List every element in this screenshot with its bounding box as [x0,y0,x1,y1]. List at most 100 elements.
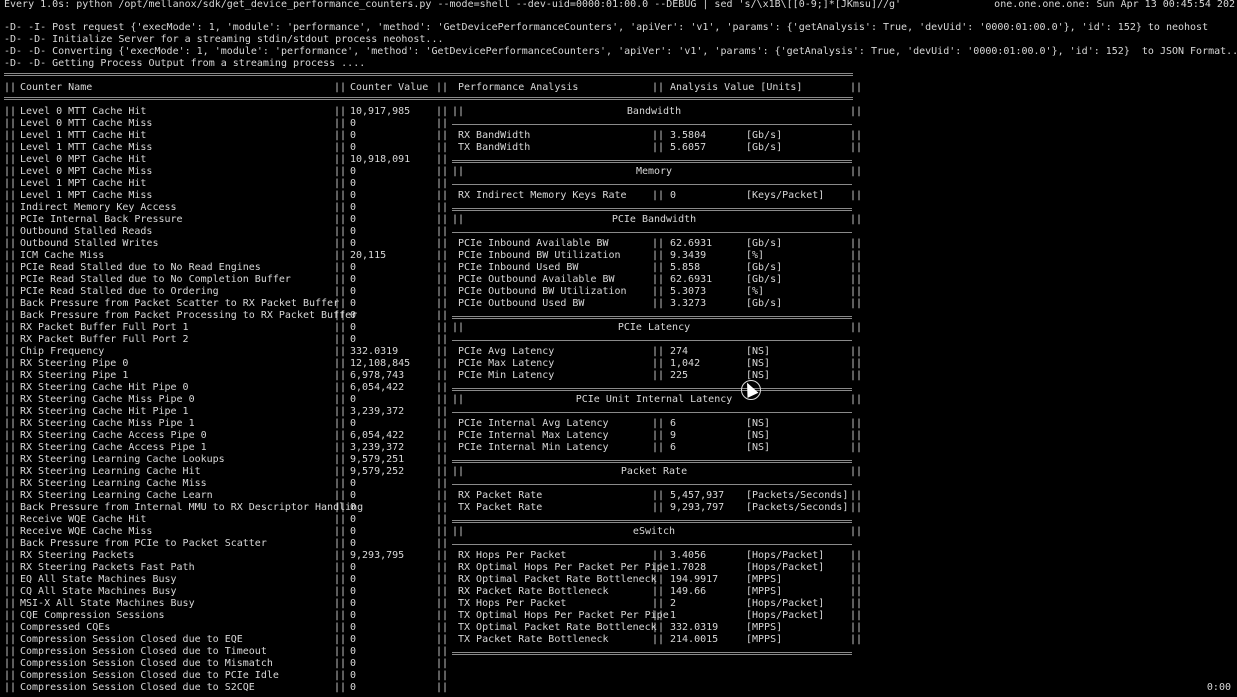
counter-name: Compressed CQEs [20,622,111,633]
analysis-unit: [Gb/s] [746,238,783,249]
header-performance-analysis: Performance Analysis [458,82,579,93]
analysis-name: PCIe Internal Max Latency [458,430,609,441]
analysis-unit: [MPPS] [746,586,783,597]
counter-name: PCIe Read Stalled due to No Completion B… [20,274,291,285]
analysis-unit: [Gb/s] [746,142,783,153]
counter-value: 332.0319 [350,346,399,357]
analysis-unit: [Hops/Packet] [746,550,825,561]
analysis-unit: [NS] [746,430,771,441]
analysis-unit: [Gb/s] [746,262,783,273]
analysis-value: 1,042 [670,358,701,369]
section-divider [452,316,852,319]
table-row: || RX Steering Learning Cache Hit || 9,579,… [4,466,863,477]
analysis-value: 1.7028 [670,562,707,573]
counter-name: Indirect Memory Key Access [20,202,177,213]
analysis-value: 1 [670,610,677,621]
table-row: || CQE Compression Sessions || 0 || TX Optima… [4,610,863,621]
counter-value: 9,293,795 [350,550,405,561]
counter-value: 0 [350,190,357,201]
counter-name: RX Steering Cache Access Pipe 0 [20,430,207,441]
analysis-name: RX Indirect Memory Keys Rate [458,190,627,201]
counter-name: EQ All State Machines Busy [20,574,177,585]
table-row: || PCIe Internal Back Pressure || 0 || || PCIe… [4,214,863,225]
analysis-value: 6 [670,418,677,429]
counter-value: 0 [350,658,357,669]
section-divider [452,124,852,125]
table-row: || MSI-X All State Machines Busy || 0 || TX H… [4,598,863,609]
section-divider [452,184,852,185]
table-row: || Level 1 MPT Cache Miss || 0 || RX Indirect… [4,190,863,201]
table-row: || Back Pressure from Internal MMU to RX … [4,502,863,513]
counter-value: 0 [350,334,357,345]
analysis-value: 5,457,937 [670,490,725,501]
section-divider [452,544,852,545]
counter-value: 3,239,372 [350,442,405,453]
analysis-unit: [NS] [746,358,771,369]
analysis-value: 5.3073 [670,286,707,297]
analysis-name: PCIe Avg Latency [458,346,555,357]
counter-value: 0 [350,526,357,537]
analysis-value: 5.6057 [670,142,707,153]
counter-value: 0 [350,622,357,633]
counter-name: Level 1 MPT Cache Hit [20,178,147,189]
counter-name: Outbound Stalled Writes [20,238,159,249]
analysis-value: 9,293,797 [670,502,725,513]
counter-name: RX Steering Pipe 1 [20,370,129,381]
counter-value: 0 [350,322,357,333]
counter-name: PCIe Read Stalled due to No Read Engines [20,262,261,273]
table-row: || PCIe Read Stalled due to Ordering || 0 ||… [4,286,863,297]
table-row: || RX Steering Cache Access Pipe 1 || 3,239… [4,442,863,453]
counter-name: Level 0 MPT Cache Hit [20,154,147,165]
table-row: || EQ All State Machines Busy || 0 || RX Opti… [4,574,863,585]
counter-name: Chip Frequency [20,346,105,357]
section-divider [452,232,852,233]
counter-name: RX Steering Learning Cache Hit [20,466,201,477]
counter-name: RX Packet Buffer Full Port 2 [20,334,189,345]
analysis-value: 149.66 [670,586,707,597]
analysis-name: TX Optimal Packet Rate Bottleneck [458,622,657,633]
section-divider [452,520,852,523]
counter-name: Receive WQE Cache Miss [20,526,153,537]
counter-name: Compression Session Closed due to PCIe I… [20,670,279,681]
counter-name: Level 0 MTT Cache Hit [20,106,147,117]
analysis-value: 0 [670,190,677,201]
table-row: || RX Steering Cache Miss Pipe 1 || 0 || PCIe… [4,418,863,429]
counter-name: Level 0 MPT Cache Miss [20,166,153,177]
analysis-value: 214.0015 [670,634,719,645]
section-title: Memory [635,166,673,177]
counter-name: ICM Cache Miss [20,250,105,261]
table-row: || RX Steering Cache Access Pipe 0 || 6,054… [4,430,863,441]
counter-name: Compression Session Closed due to S2CQE [20,682,255,693]
analysis-name: RX Optimal Packet Rate Bottleneck [458,574,657,585]
counter-name: RX Steering Packets [20,550,135,561]
table-row: || PCIe Read Stalled due to No Completion… [4,274,863,285]
table-row: || Compressed CQEs || 0 || TX Optimal Packet … [4,622,863,633]
section-title: Bandwidth [626,106,682,117]
counter-name: RX Steering Pipe 0 [20,358,129,369]
table-row: || RX Steering Packets Fast Path || 0 || RX O… [4,562,863,573]
analysis-value: 3.3273 [670,298,707,309]
analysis-value: 2 [670,598,677,609]
table-row: || Back Pressure from Packet Scatter to R… [4,298,863,309]
table-row: || ICM Cache Miss || 20,115 || PCIe Inbound B… [4,250,863,261]
analysis-name: PCIe Outbound Used BW [458,298,585,309]
debug-line-3: -D- -D- Converting {'execMode': 1, 'modu… [4,46,1237,57]
analysis-unit: [MPPS] [746,574,783,585]
counter-name: RX Steering Cache Hit Pipe 1 [20,406,189,417]
analysis-unit: [NS] [746,442,771,453]
analysis-name: TX Optimal Hops Per Packet Per Pipe [458,610,669,621]
table-row: || RX Steering Learning Cache Learn || 0 || R… [4,490,863,501]
header-counter-name: Counter Name [20,82,93,93]
analysis-name: PCIe Inbound BW Utilization [458,250,621,261]
counter-value: 0 [350,202,357,213]
table-row: || Outbound Stalled Writes || 0 || PCIe Inbou… [4,238,863,249]
analysis-name: PCIe Min Latency [458,370,555,381]
table-header-row: || Counter Name || Counter Value || Perf… [4,82,863,93]
section-divider [452,160,852,163]
counter-value: 0 [350,682,357,693]
section-divider [452,652,852,655]
counter-value: 0 [350,262,357,273]
counter-name: CQE Compression Sessions [20,610,165,621]
counter-value: 0 [350,118,357,129]
counter-value: 9,579,251 [350,454,405,465]
